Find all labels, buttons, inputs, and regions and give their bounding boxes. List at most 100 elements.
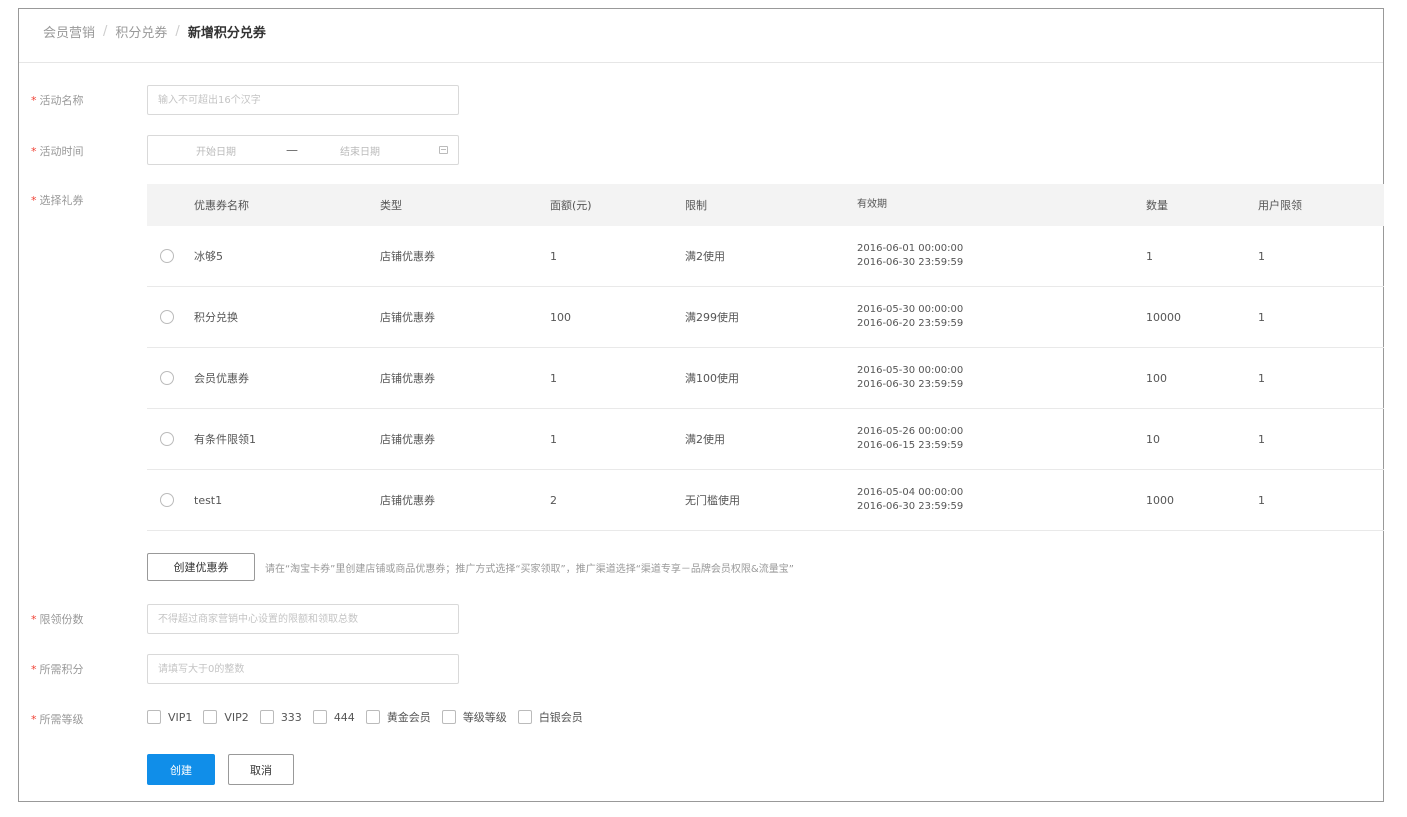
- valid-from: 2016-06-01 00:00:00: [857, 243, 964, 254]
- coupon-validity: 2016-05-04 00:00:00 2016-06-30 23:59:59: [857, 470, 963, 530]
- cancel-button[interactable]: 取消: [228, 754, 294, 785]
- checkbox[interactable]: [147, 710, 161, 724]
- level-option-gold[interactable]: 黄金会员: [365, 709, 431, 725]
- checkbox[interactable]: [312, 710, 327, 724]
- valid-to: 2016-06-20 23:59:59: [857, 318, 964, 329]
- date-range-picker[interactable]: 开始日期 — 结束日期: [147, 135, 459, 165]
- table-row[interactable]: 有条件限领1 店铺优惠券 1 满2使用 2016-05-26 00:00:00 …: [147, 409, 1384, 470]
- column-header-validity: 有效期: [857, 199, 887, 210]
- coupon-name: 有条件限领1: [194, 433, 256, 446]
- date-range-separator: —: [286, 143, 298, 157]
- required-mark: *: [31, 145, 37, 158]
- coupon-name: 会员优惠券: [194, 372, 249, 385]
- activity-name-input[interactable]: [147, 85, 459, 115]
- start-date-input[interactable]: 开始日期: [196, 143, 236, 158]
- coupon-user-limit: 1: [1258, 371, 1265, 385]
- coupon-user-limit: 1: [1258, 432, 1265, 446]
- column-header-amount: 面额(元): [550, 199, 592, 212]
- coupon-user-limit: 1: [1258, 310, 1265, 324]
- coupon-validity: 2016-05-26 00:00:00 2016-06-15 23:59:59: [857, 409, 963, 469]
- level-option-444[interactable]: 444: [312, 710, 355, 724]
- activity-name-label: * 活动名称: [31, 92, 84, 108]
- coupon-name: test1: [194, 493, 223, 507]
- table-row[interactable]: 冰够5 店铺优惠券 1 满2使用 2016-06-01 00:00:00 201…: [147, 226, 1384, 287]
- valid-to: 2016-06-30 23:59:59: [857, 257, 964, 268]
- activity-time-label-text: 活动时间: [39, 145, 84, 158]
- valid-from: 2016-05-26 00:00:00: [857, 426, 964, 437]
- points-required-label: * 所需积分: [31, 661, 84, 677]
- points-required-input[interactable]: [147, 654, 459, 684]
- create-coupon-button[interactable]: 创建优惠券: [147, 553, 255, 581]
- coupon-user-limit: 1: [1258, 249, 1265, 263]
- coupon-amount: 1: [550, 371, 557, 385]
- checkbox[interactable]: [203, 710, 218, 724]
- coupon-quantity: 10: [1146, 432, 1160, 446]
- select-coupon-label-text: 选择礼券: [39, 194, 84, 207]
- coupon-limit: 满100使用: [685, 372, 739, 385]
- column-header-name: 优惠券名称: [194, 199, 249, 212]
- required-mark: *: [31, 94, 37, 107]
- level-required-label-text: 所需等级: [39, 713, 84, 726]
- table-row[interactable]: 会员优惠券 店铺优惠券 1 满100使用 2016-05-30 00:00:00…: [147, 348, 1384, 409]
- calendar-icon[interactable]: [439, 146, 448, 154]
- checkbox[interactable]: [517, 710, 532, 724]
- limit-count-input[interactable]: [147, 604, 459, 634]
- coupon-validity: 2016-05-30 00:00:00 2016-06-30 23:59:59: [857, 348, 963, 408]
- coupon-name: 积分兑换: [194, 311, 238, 324]
- coupon-quantity: 1: [1146, 249, 1153, 263]
- level-option-label: 333: [280, 710, 302, 724]
- required-mark: *: [31, 663, 37, 676]
- level-option-label: 黄金会员: [386, 711, 431, 724]
- checkbox[interactable]: [365, 710, 380, 724]
- coupon-name: 冰够5: [194, 250, 223, 263]
- level-option-label: 白银会员: [538, 711, 583, 724]
- select-coupon-label: * 选择礼券: [31, 192, 84, 208]
- level-option-vip1[interactable]: VIP1: [147, 710, 192, 724]
- level-option-label: 等级等级: [462, 711, 507, 724]
- checkbox[interactable]: [441, 710, 456, 724]
- required-mark: *: [31, 713, 37, 726]
- level-option-333[interactable]: 333: [259, 710, 302, 724]
- column-header-type: 类型: [380, 199, 402, 212]
- table-row[interactable]: test1 店铺优惠券 2 无门槛使用 2016-05-04 00:00:00 …: [147, 470, 1384, 531]
- column-header-user-limit: 用户限领: [1258, 199, 1302, 212]
- checkbox[interactable]: [259, 710, 274, 724]
- coupon-amount: 1: [550, 249, 557, 263]
- limit-count-label-text: 限领份数: [39, 613, 84, 626]
- level-checkbox-group: VIP1 VIP2 333 444 黄金会员 等级等级 白银会员: [147, 709, 594, 725]
- level-option-label: 444: [333, 710, 355, 724]
- coupon-type: 店铺优惠券: [380, 433, 435, 446]
- level-option-level[interactable]: 等级等级: [441, 709, 507, 725]
- coupon-quantity: 10000: [1146, 310, 1181, 324]
- breadcrumb-item-member-marketing[interactable]: 会员营销: [43, 22, 95, 41]
- coupon-limit: 满2使用: [685, 250, 725, 263]
- coupon-radio[interactable]: [160, 310, 174, 324]
- coupon-table: 优惠券名称 类型 面额(元) 限制 有效期 数量 用户限领 冰够5 店铺优惠券 …: [147, 184, 1384, 531]
- coupon-validity: 2016-05-30 00:00:00 2016-06-20 23:59:59: [857, 287, 963, 347]
- coupon-quantity: 1000: [1146, 493, 1174, 507]
- submit-button[interactable]: 创建: [147, 754, 215, 785]
- coupon-amount: 100: [550, 310, 571, 324]
- coupon-radio[interactable]: [160, 249, 174, 263]
- coupon-validity: 2016-06-01 00:00:00 2016-06-30 23:59:59: [857, 226, 963, 286]
- level-option-label: VIP2: [224, 710, 249, 724]
- activity-time-label: * 活动时间: [31, 143, 84, 159]
- level-option-silver[interactable]: 白银会员: [517, 709, 583, 725]
- required-mark: *: [31, 194, 37, 207]
- table-row[interactable]: 积分兑换 店铺优惠券 100 满299使用 2016-05-30 00:00:0…: [147, 287, 1384, 348]
- breadcrumb-item-points-exchange[interactable]: 积分兑券: [115, 22, 167, 41]
- coupon-radio[interactable]: [160, 432, 174, 446]
- coupon-radio[interactable]: [160, 371, 174, 385]
- points-required-label-text: 所需积分: [39, 663, 84, 676]
- coupon-limit: 满2使用: [685, 433, 725, 446]
- valid-to: 2016-06-15 23:59:59: [857, 440, 964, 451]
- level-option-vip2[interactable]: VIP2: [203, 710, 249, 724]
- coupon-quantity: 100: [1146, 371, 1167, 385]
- coupon-radio[interactable]: [160, 493, 174, 507]
- end-date-input[interactable]: 结束日期: [340, 143, 380, 158]
- valid-from: 2016-05-30 00:00:00: [857, 365, 964, 376]
- coupon-user-limit: 1: [1258, 493, 1265, 507]
- breadcrumb-current: 新增积分兑券: [187, 25, 266, 41]
- coupon-limit: 满299使用: [685, 311, 739, 324]
- valid-to: 2016-06-30 23:59:59: [857, 501, 964, 512]
